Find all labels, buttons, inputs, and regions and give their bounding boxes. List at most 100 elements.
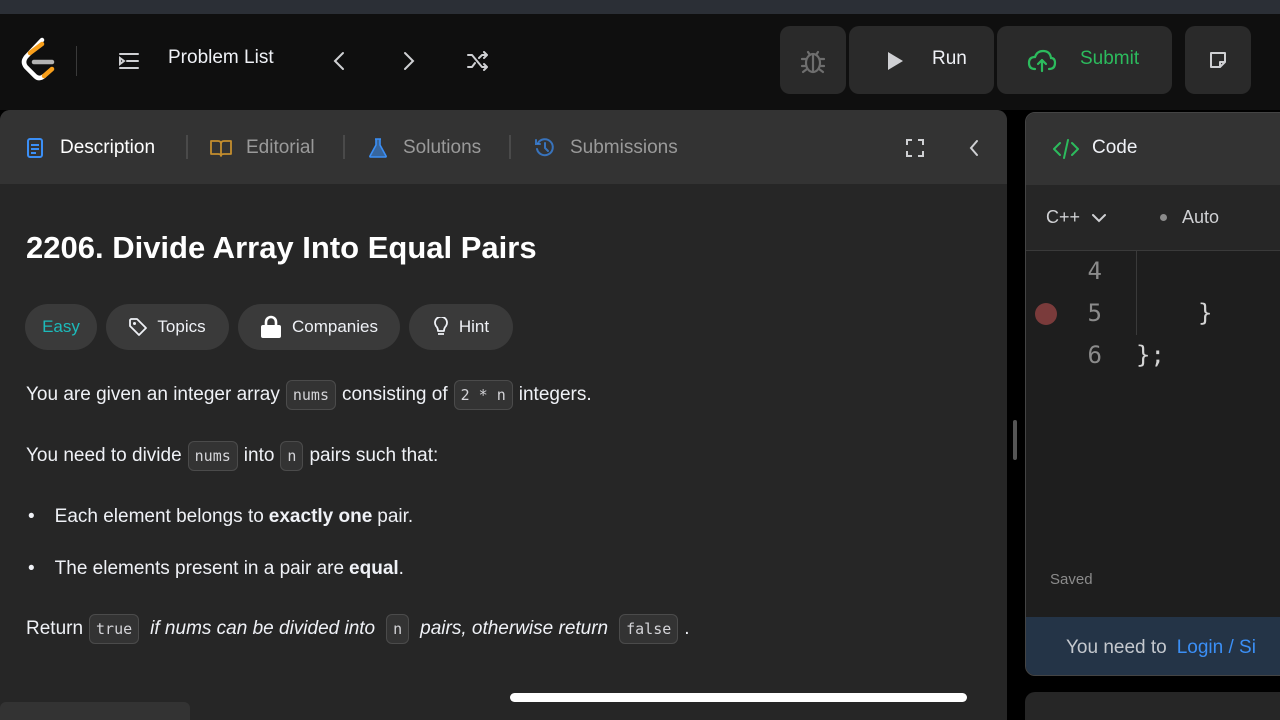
submit-label: Submit: [1080, 48, 1140, 69]
leetcode-logo[interactable]: [18, 36, 60, 82]
problem-list-label[interactable]: Problem List: [168, 47, 274, 69]
text: The elements present in a pair are: [54, 558, 345, 579]
flask-icon: [367, 137, 389, 159]
text: into: [243, 445, 275, 466]
tab-solutions-label: Solutions: [403, 137, 482, 158]
editor-gutter-line: [1136, 251, 1137, 335]
login-prompt: You need to Login / Si: [1066, 637, 1256, 659]
auto-label: Auto: [1182, 207, 1220, 227]
line-number: 5: [1087, 299, 1102, 327]
bottom-toolbar-stub: [0, 702, 190, 720]
inline-code: nums: [187, 441, 238, 471]
text: pairs such that:: [309, 445, 439, 466]
history-icon: [534, 137, 556, 159]
paragraph-2: You need to divide nums into n pairs suc…: [26, 441, 438, 471]
panel-resize-handle[interactable]: [1013, 420, 1017, 460]
chevron-right-icon[interactable]: [396, 48, 422, 74]
breakpoint-icon[interactable]: [1035, 303, 1057, 325]
collapse-chevron-icon[interactable]: [962, 136, 986, 160]
problem-list-icon[interactable]: [116, 48, 142, 74]
tab-divider: [186, 135, 188, 159]
list-item: • Each element belongs to exactly one pa…: [26, 506, 413, 528]
chevron-down-icon: [1092, 213, 1107, 223]
debug-button[interactable]: [780, 26, 846, 94]
fullscreen-icon[interactable]: [903, 136, 927, 160]
cloud-upload-icon: [1027, 48, 1057, 74]
status-dot-icon: [1160, 214, 1167, 221]
play-icon: [885, 50, 905, 72]
lightbulb-icon: [433, 317, 449, 337]
code-line[interactable]: }: [1198, 299, 1212, 327]
text: Each element belongs to: [54, 506, 264, 527]
inline-code: 2 * n: [453, 380, 513, 410]
login-banner: You need to Login / Si: [1026, 617, 1280, 675]
text: integers.: [518, 384, 592, 405]
paragraph-3: Return true if nums can be divided into …: [26, 614, 690, 644]
tab-divider: [509, 135, 511, 159]
inline-code: nums: [285, 380, 336, 410]
note-icon: [1207, 49, 1229, 71]
shuffle-icon[interactable]: [464, 48, 492, 74]
divider: [76, 46, 77, 76]
hint-label: Hint: [458, 317, 490, 336]
autocomplete-toggle[interactable]: Auto: [1160, 207, 1219, 228]
tab-editorial-label: Editorial: [246, 137, 315, 158]
notes-button[interactable]: [1185, 26, 1251, 94]
description-panel: Description Editorial Solutions Submissi…: [0, 110, 1007, 720]
chevron-left-icon[interactable]: [326, 48, 352, 74]
home-indicator[interactable]: [510, 693, 967, 702]
book-icon: [210, 137, 232, 159]
bug-icon: [798, 46, 828, 76]
saved-status: Saved: [1050, 571, 1093, 588]
topics-chip[interactable]: Topics: [106, 304, 229, 350]
top-navbar: Problem List Run Submit: [0, 14, 1280, 110]
companies-label: Companies: [292, 317, 378, 336]
tab-editorial[interactable]: Editorial: [210, 134, 315, 162]
paragraph-1: You are given an integer array nums cons…: [26, 380, 592, 410]
bullet-dot: •: [28, 506, 35, 527]
inline-code: n: [280, 441, 304, 471]
topics-label: Topics: [157, 317, 206, 336]
companies-chip[interactable]: Companies: [238, 304, 400, 350]
text: Return: [26, 618, 84, 639]
description-tabs: Description Editorial Solutions Submissi…: [0, 110, 1007, 184]
submit-button[interactable]: Submit: [997, 26, 1172, 94]
tag-icon: [129, 318, 148, 336]
run-label: Run: [932, 48, 967, 69]
run-button[interactable]: Run: [849, 26, 994, 94]
code-tabs: Code: [1026, 113, 1280, 185]
login-link[interactable]: Login / Si: [1177, 637, 1256, 658]
list-item: • The elements present in a pair are equ…: [26, 558, 404, 580]
editor-toolbar: C++ Auto: [1026, 185, 1280, 251]
inline-code: false: [619, 614, 679, 644]
tab-submissions[interactable]: Submissions: [534, 134, 678, 162]
lock-icon: [260, 315, 282, 339]
bold-text: exactly one: [268, 506, 373, 527]
tab-solutions[interactable]: Solutions: [367, 134, 481, 162]
document-icon: [24, 137, 46, 159]
inline-code: n: [386, 614, 410, 644]
difficulty-badge: Easy: [25, 304, 97, 350]
text: You need to divide: [26, 445, 182, 466]
italic-text: if nums can be divided into: [150, 618, 376, 639]
language-label: C++: [1046, 207, 1081, 227]
italic-text: pairs, otherwise return: [420, 618, 609, 639]
bullet-dot: •: [28, 558, 35, 579]
tab-divider: [343, 135, 345, 159]
code-icon: [1052, 137, 1080, 161]
language-select[interactable]: C++: [1046, 207, 1107, 228]
device-status-bar: [0, 0, 1280, 14]
code-line[interactable]: };: [1136, 341, 1165, 369]
inline-code: true: [89, 614, 140, 644]
tab-code-label[interactable]: Code: [1092, 137, 1137, 159]
console-panel-stub: [1025, 692, 1280, 720]
hint-chip[interactable]: Hint: [409, 304, 513, 350]
text: pair.: [377, 506, 414, 527]
problem-title[interactable]: 2206. Divide Array Into Equal Pairs: [26, 230, 537, 266]
bold-text: equal: [349, 558, 399, 579]
tab-description[interactable]: Description: [24, 134, 155, 162]
text: .: [684, 618, 690, 639]
login-prompt-text: You need to: [1066, 637, 1167, 658]
text: You are given an integer array: [26, 384, 280, 405]
text: .: [398, 558, 404, 579]
